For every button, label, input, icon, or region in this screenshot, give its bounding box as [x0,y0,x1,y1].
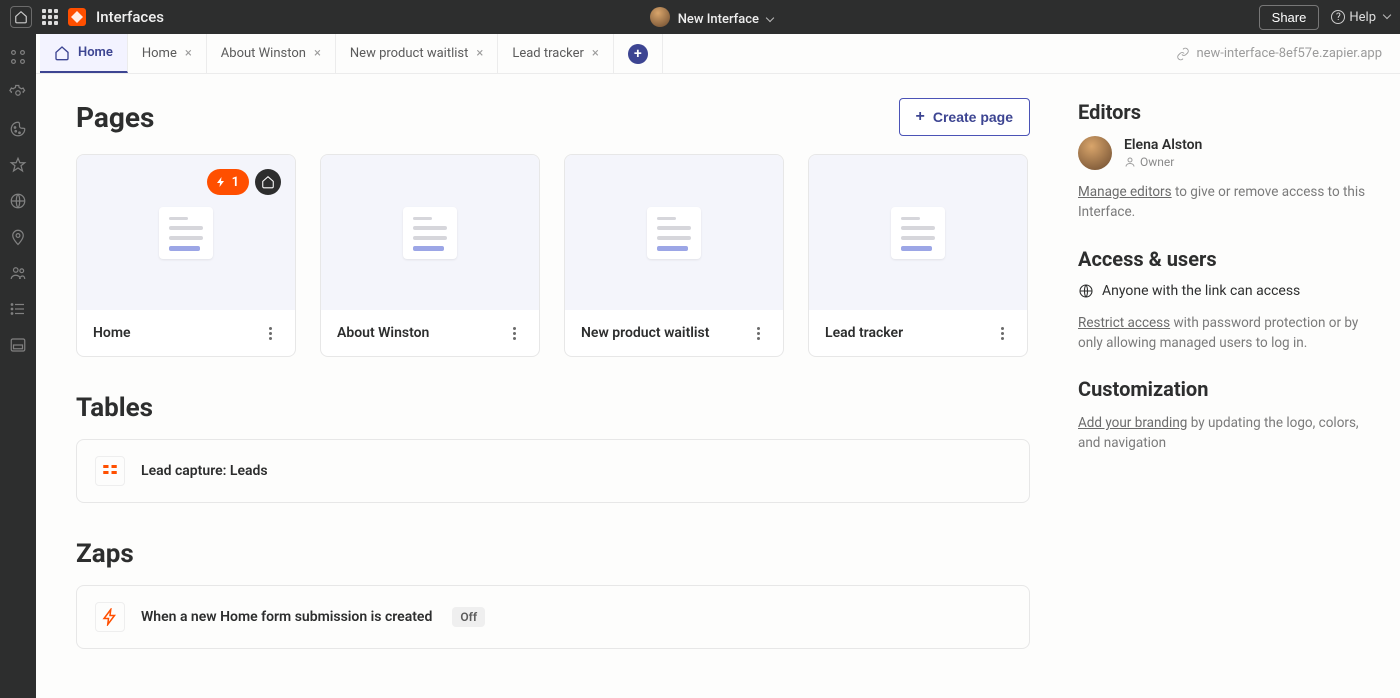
manage-editors-link[interactable]: Manage editors [1078,184,1172,200]
table-row-lead-capture[interactable]: Lead capture: Leads [76,439,1030,503]
nav-globe-icon[interactable] [9,192,27,210]
zap-count-badge: 1 [207,169,249,195]
nav-apps-icon[interactable] [9,48,27,66]
pages-heading: Pages [76,101,154,134]
details-sidebar: Editors Elena Alston Owner Manage editor… [1070,74,1400,698]
home-badge [255,169,281,195]
customization-heading: Customization [1078,377,1380,401]
nav-pin-icon[interactable] [9,228,27,246]
zap-icon [95,602,125,632]
page-card-menu[interactable] [505,324,523,342]
zap-count: 1 [232,175,239,190]
table-row-label: Lead capture: Leads [141,463,268,479]
tab-label: Lead tracker [512,46,584,61]
close-icon[interactable]: × [592,46,599,61]
page-card-menu[interactable] [261,324,279,342]
tab-home[interactable]: Home × [128,34,207,73]
share-button[interactable]: Share [1259,5,1320,30]
side-rail [0,34,36,698]
pages-card-list: 1 Home [76,154,1030,357]
editor-name: Elena Alston [1124,137,1202,153]
restrict-access-link[interactable]: Restrict access [1078,315,1170,331]
page-preview [321,155,539,310]
zap-row[interactable]: When a new Home form submission is creat… [76,585,1030,649]
access-status: Anyone with the link can access [1102,283,1300,299]
nav-settings-icon[interactable] [9,84,27,102]
create-page-label: Create page [933,109,1013,125]
page-card-new-product-waitlist[interactable]: New product waitlist [564,154,784,357]
plus-icon: + [916,109,925,125]
create-page-button[interactable]: + Create page [899,98,1031,136]
close-icon[interactable]: × [314,46,321,61]
link-icon [1176,47,1190,61]
interface-url-text: new-interface-8ef57e.zapier.app [1196,46,1382,61]
editors-heading: Editors [1078,100,1380,124]
zap-status-badge: Off [452,607,485,627]
nav-users-icon[interactable] [9,264,27,282]
tables-icon [95,456,125,486]
apps-grid-icon[interactable] [42,9,58,25]
zapier-logo-icon [68,8,86,26]
nav-theme-icon[interactable] [9,120,27,138]
user-icon [1124,156,1136,168]
interface-url[interactable]: new-interface-8ef57e.zapier.app [1176,34,1400,73]
chevron-down-icon [1383,11,1391,19]
home-nav-button[interactable] [10,6,32,28]
nav-star-icon[interactable] [9,156,27,174]
close-icon[interactable]: × [476,46,483,61]
close-icon[interactable]: × [185,46,192,61]
tab-about-winston[interactable]: About Winston × [207,34,336,73]
tab-home-active[interactable]: Home [40,34,128,73]
editor-role: Owner [1124,155,1202,169]
help-icon: ? [1331,10,1345,24]
tab-lead-tracker[interactable]: Lead tracker × [498,34,614,73]
nav-list-icon[interactable] [9,300,27,318]
add-branding-link[interactable]: Add your branding [1078,415,1187,431]
project-avatar [650,7,670,27]
project-name: New Interface [678,12,759,27]
page-card-menu[interactable] [993,324,1011,342]
page-preview [809,155,1027,310]
zaps-heading: Zaps [76,539,1030,569]
tab-label: Home [142,46,177,61]
page-card-title: New product waitlist [581,325,709,341]
tab-new-product-waitlist[interactable]: New product waitlist × [336,34,498,73]
zap-row-label: When a new Home form submission is creat… [141,609,432,625]
home-icon [261,175,275,189]
tab-label: New product waitlist [350,46,468,61]
editor-avatar [1078,136,1112,170]
bolt-icon [215,176,227,188]
app-title: Interfaces [96,8,164,26]
page-preview: 1 [77,155,295,310]
tab-label: Home [78,45,113,60]
page-card-home[interactable]: 1 Home [76,154,296,357]
tabstrip: Home Home × About Winston × New product … [36,34,1400,74]
page-card-menu[interactable] [749,324,767,342]
help-menu[interactable]: ? Help [1331,10,1390,25]
page-preview [565,155,783,310]
page-card-title: Lead tracker [825,325,903,341]
add-tab-button[interactable]: + [628,44,648,64]
tab-label: About Winston [221,46,306,61]
page-card-lead-tracker[interactable]: Lead tracker [808,154,1028,357]
tables-heading: Tables [76,393,1030,423]
nav-layout-icon[interactable] [9,336,27,354]
page-card-title: About Winston [337,325,429,341]
home-icon [54,45,70,61]
topbar: Interfaces New Interface Share ? Help [0,0,1400,34]
project-switcher[interactable]: New Interface [678,8,773,27]
help-label: Help [1349,10,1376,25]
page-card-title: Home [93,325,131,341]
page-card-about-winston[interactable]: About Winston [320,154,540,357]
add-tab: + [614,34,663,73]
access-heading: Access & users [1078,247,1380,271]
chevron-down-icon [766,13,774,21]
globe-icon [1078,283,1094,299]
